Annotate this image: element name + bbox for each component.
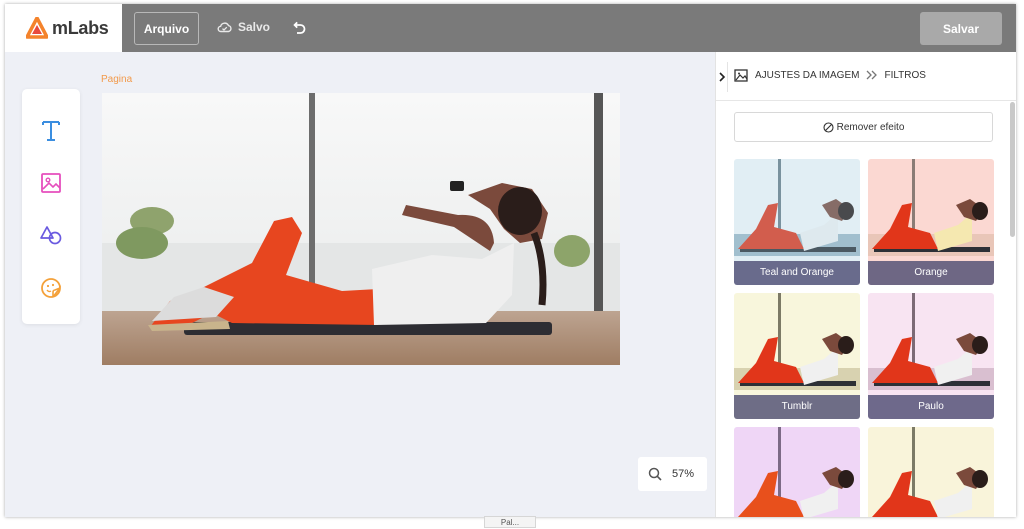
filter-thumbnail <box>868 427 994 517</box>
image-tool[interactable] <box>36 168 66 198</box>
breadcrumb-image-adjustments[interactable]: AJUSTES DA IMAGEM <box>755 70 859 81</box>
zoom-value: 57% <box>672 468 695 480</box>
filter-label: Paulo <box>868 395 994 419</box>
filter-paulo[interactable]: Paulo <box>868 293 994 419</box>
logo-icon <box>26 17 48 39</box>
filter-label: Teal and Orange <box>734 261 860 285</box>
text-tool-icon <box>42 121 60 141</box>
top-bar: mLabs Arquivo Salvo Salvar <box>5 4 1016 52</box>
editor-window: mLabs Arquivo Salvo Salvar Pagina 57% AJ… <box>5 4 1016 517</box>
text-tool[interactable] <box>36 116 66 146</box>
salvar-button[interactable]: Salvar <box>920 12 1002 45</box>
undo-icon[interactable] <box>291 20 307 36</box>
canvas-image[interactable] <box>102 93 620 365</box>
image-tool-icon <box>41 173 61 193</box>
saved-status: Salvo <box>217 20 270 34</box>
page-label: Pagina <box>101 74 133 85</box>
zoom-control[interactable]: 57% <box>638 457 707 491</box>
logo-text: mLabs <box>52 17 109 38</box>
filter-thumbnail <box>734 427 860 517</box>
saved-label: Salvo <box>238 20 271 34</box>
workout-photo <box>102 93 620 365</box>
filter-item[interactable] <box>868 427 994 517</box>
cloud-check-icon <box>217 22 232 33</box>
shapes-tool-icon <box>40 226 62 245</box>
filter-label: Orange <box>868 261 994 285</box>
image-icon <box>734 68 748 82</box>
magnifier-icon <box>648 467 662 481</box>
remove-effect-label: Remover efeito <box>836 121 905 133</box>
breadcrumb: AJUSTES DA IMAGEM FILTROS <box>734 66 926 84</box>
filter-item[interactable] <box>734 427 860 517</box>
filter-label: Tumblr <box>734 395 860 419</box>
tool-sidebar <box>22 89 80 324</box>
collapse-panel-button[interactable] <box>716 62 728 92</box>
chevron-right-icon <box>718 72 725 82</box>
adjustments-panel: AJUSTES DA IMAGEM FILTROS Remover efeito… <box>715 52 1016 517</box>
no-effect-icon <box>823 121 834 133</box>
filter-teal-and-orange[interactable]: Teal and Orange <box>734 159 860 285</box>
shapes-tool[interactable] <box>36 220 66 250</box>
sticker-tool-icon <box>41 278 61 298</box>
filter-tumblr[interactable]: Tumblr <box>734 293 860 419</box>
panel-scrollbar[interactable] <box>1010 102 1015 237</box>
remove-effect-button[interactable]: Remover efeito <box>734 112 993 142</box>
logo[interactable]: mLabs <box>5 4 122 52</box>
filter-orange[interactable]: Orange <box>868 159 994 285</box>
arquivo-button[interactable]: Arquivo <box>134 12 199 45</box>
sticker-tool[interactable] <box>36 273 66 303</box>
panel-divider <box>716 100 1016 101</box>
bottom-tab[interactable]: Pal... <box>484 516 536 528</box>
double-chevron-icon <box>867 70 878 80</box>
breadcrumb-filters: FILTROS <box>884 69 926 81</box>
